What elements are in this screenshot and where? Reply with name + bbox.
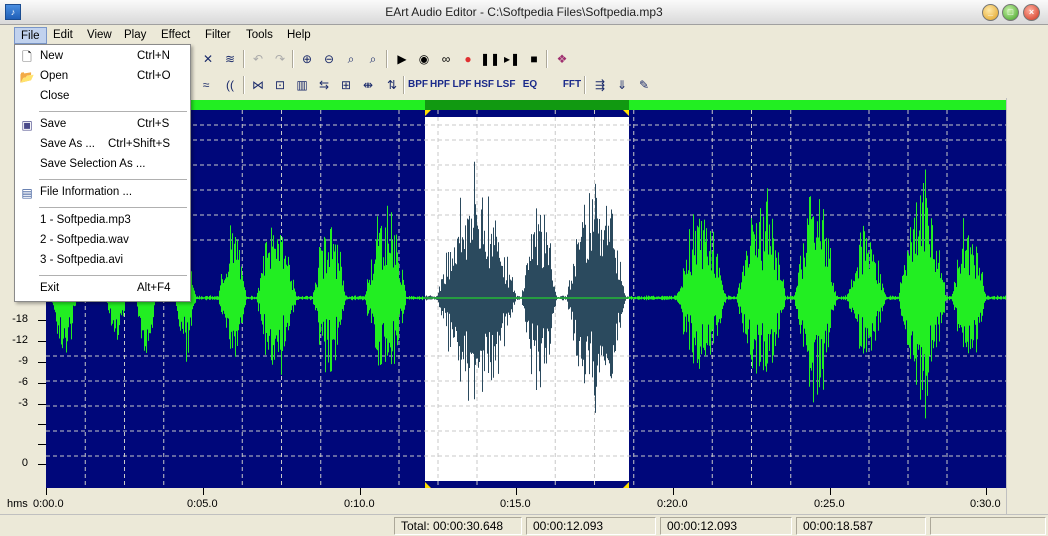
db-label: -3 xyxy=(18,397,28,409)
menu-recent-2[interactable]: 2 - Softpedia.wav xyxy=(15,231,190,251)
next-icon[interactable]: ▸❚ xyxy=(502,49,522,69)
cut-icon[interactable]: ✕ xyxy=(198,49,218,69)
vertical-scrollbar[interactable] xyxy=(1006,98,1048,514)
close-button[interactable]: × xyxy=(1023,4,1040,21)
eq-button[interactable]: EQ xyxy=(518,75,542,95)
zoom-selection-icon[interactable]: ⌕ xyxy=(341,49,361,69)
file-menu-dropdown: 🗋 New Ctrl+N 📂 Open Ctrl+O Close ▣ Save … xyxy=(14,44,191,302)
maximize-button[interactable]: □ xyxy=(1002,4,1019,21)
time-label: 0:20.0 xyxy=(657,498,688,510)
normalize-icon[interactable]: ⊡ xyxy=(270,75,290,95)
db-label: -6 xyxy=(18,376,28,388)
effect-icon[interactable]: ≈ xyxy=(196,75,216,95)
title-bar: ♪ EArt Audio Editor - C:\Softpedia Files… xyxy=(0,0,1048,25)
menu-open[interactable]: 📂 Open Ctrl+O xyxy=(15,67,190,87)
marker-icon[interactable]: ⇶ xyxy=(590,75,610,95)
book-icon[interactable]: ❖ xyxy=(552,49,572,69)
menu-save-selection-as[interactable]: Save Selection As ... xyxy=(15,155,190,175)
time-unit-label: hms xyxy=(7,498,28,510)
download-icon[interactable]: ⇓ xyxy=(612,75,632,95)
menu-new[interactable]: 🗋 New Ctrl+N xyxy=(15,47,190,67)
status-selection-end: 00:00:18.587 xyxy=(796,517,926,535)
reverse-icon[interactable]: ⇆ xyxy=(314,75,334,95)
time-label: 0:30.0 xyxy=(970,498,1001,510)
info-icon: ▤ xyxy=(21,186,33,200)
pause-icon[interactable]: ❚❚ xyxy=(480,49,500,69)
lsf-button[interactable]: LSF xyxy=(494,75,518,95)
status-bar: Total: 00:00:30.648 00:00:12.093 00:00:1… xyxy=(0,514,1048,536)
menu-tools[interactable]: Tools xyxy=(240,27,279,44)
menu-edit[interactable]: Edit xyxy=(47,27,79,44)
bpf-button[interactable]: BPF xyxy=(406,75,430,95)
floppy-icon: ▣ xyxy=(21,118,33,132)
time-label: 0:05.0 xyxy=(187,498,218,510)
time-label: 0:10.0 xyxy=(344,498,375,510)
menu-recent-3[interactable]: 3 - Softpedia.avi xyxy=(15,251,190,271)
db-label: -12 xyxy=(12,334,28,346)
menu-file-information[interactable]: ▤ File Information ... xyxy=(15,183,190,203)
menu-close[interactable]: Close xyxy=(15,87,190,107)
zoom-all-icon[interactable]: ⌕ xyxy=(363,49,383,69)
zoom-in-icon[interactable]: ⊕ xyxy=(297,49,317,69)
fft-button[interactable]: FFT xyxy=(560,75,584,95)
menu-bar: File Edit View Play Effect Filter Tools … xyxy=(0,25,1048,45)
time-label: 0:00.0 xyxy=(33,498,64,510)
menu-save-as[interactable]: Save As ... Ctrl+Shift+S xyxy=(15,135,190,155)
silence-icon[interactable]: ⊞ xyxy=(336,75,356,95)
amplify-icon[interactable]: ⋈ xyxy=(248,75,268,95)
menu-help[interactable]: Help xyxy=(281,27,317,44)
folder-icon: 📂 xyxy=(19,70,35,84)
menu-file[interactable]: File xyxy=(14,27,47,44)
time-label: 0:25.0 xyxy=(814,498,845,510)
lpf-button[interactable]: LPF xyxy=(450,75,474,95)
db-label: 0 xyxy=(21,457,28,469)
minimize-button[interactable]: _ xyxy=(982,4,999,21)
menu-filter[interactable]: Filter xyxy=(199,27,237,44)
play-icon[interactable]: ▶ xyxy=(392,49,412,69)
db-label: -18 xyxy=(12,313,28,325)
menu-save[interactable]: ▣ Save Ctrl+S xyxy=(15,115,190,135)
compress-icon[interactable]: ▥ xyxy=(292,75,312,95)
redo-icon[interactable]: ↷ xyxy=(270,49,290,69)
undo-icon[interactable]: ↶ xyxy=(248,49,268,69)
play-selection-icon[interactable]: ◉ xyxy=(414,49,434,69)
window-title: EArt Audio Editor - C:\Softpedia Files\S… xyxy=(385,5,663,19)
menu-recent-1[interactable]: 1 - Softpedia.mp3 xyxy=(15,211,190,231)
record-icon[interactable]: ● xyxy=(458,49,478,69)
status-cursor: 00:00:12.093 xyxy=(660,517,792,535)
menu-effect[interactable]: Effect xyxy=(155,27,196,44)
menu-exit[interactable]: Exit Alt+F4 xyxy=(15,279,190,299)
edit-icon[interactable]: ✎ xyxy=(634,75,654,95)
sort-icon[interactable]: ⇅ xyxy=(382,75,402,95)
time-label: 0:15.0 xyxy=(500,498,531,510)
hsf-button[interactable]: HSF xyxy=(472,75,496,95)
menu-play[interactable]: Play xyxy=(118,27,152,44)
db-label: -9 xyxy=(18,355,28,367)
stop-icon[interactable]: ■ xyxy=(524,49,544,69)
menu-view[interactable]: View xyxy=(81,27,118,44)
echo-icon[interactable]: (( xyxy=(220,75,240,95)
time-ruler: hms 0:00.0 0:05.0 0:10.0 0:15.0 0:20.0 0… xyxy=(0,488,1006,514)
zoom-out-icon[interactable]: ⊖ xyxy=(319,49,339,69)
status-total: Total: 00:00:30.648 xyxy=(394,517,522,535)
invert-icon[interactable]: ⇼ xyxy=(358,75,378,95)
status-selection-start: 00:00:12.093 xyxy=(526,517,656,535)
status-empty xyxy=(930,517,1046,535)
overview-selection[interactable] xyxy=(425,100,629,110)
new-file-icon: 🗋 xyxy=(22,50,32,64)
hpf-button[interactable]: HPF xyxy=(428,75,452,95)
paste-mix-icon[interactable]: ≋ xyxy=(220,49,240,69)
loop-icon[interactable]: ∞ xyxy=(436,49,456,69)
